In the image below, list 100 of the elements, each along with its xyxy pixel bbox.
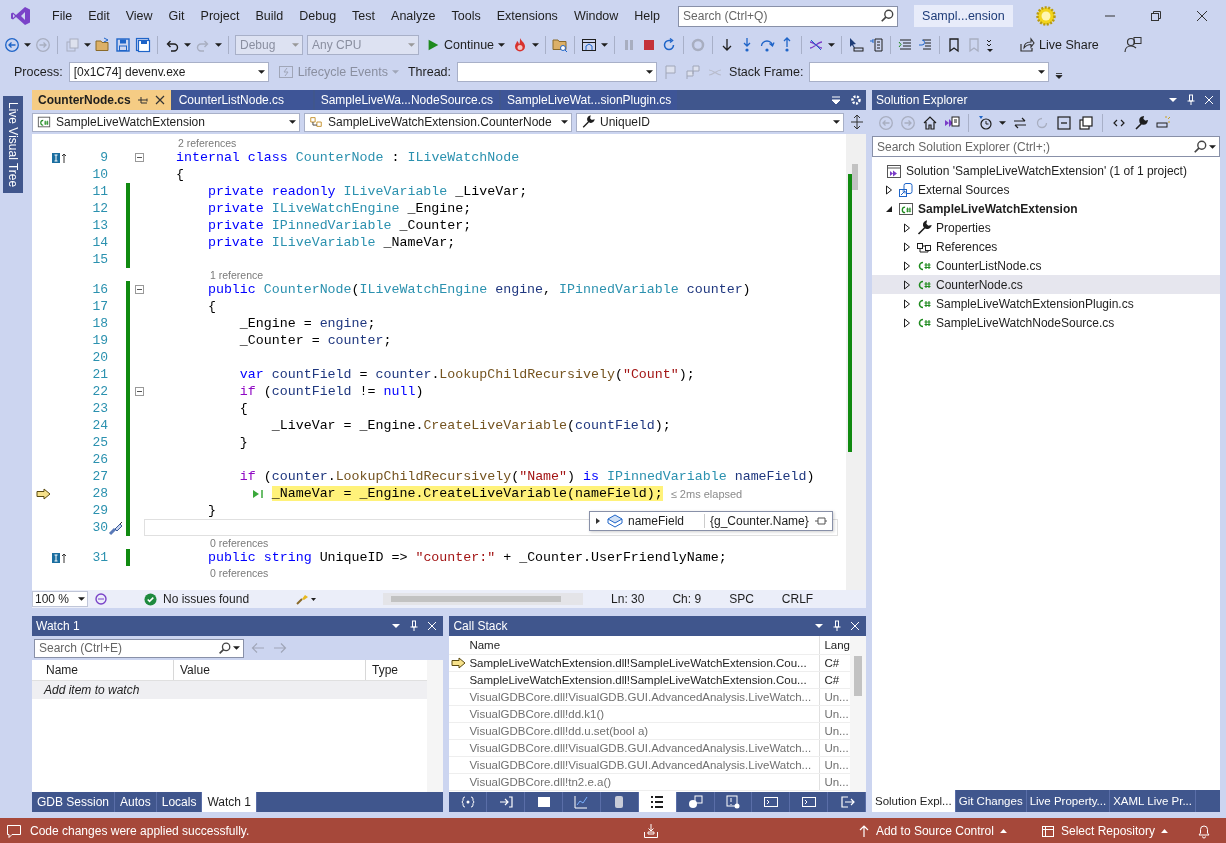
document-tab[interactable]: CounterListNode.cs bbox=[172, 90, 313, 110]
horizontal-scrollbar[interactable] bbox=[383, 593, 584, 605]
code-lens[interactable]: 1 reference bbox=[210, 268, 264, 281]
tray-icon[interactable] bbox=[642, 822, 659, 839]
menu-item[interactable]: Window bbox=[565, 9, 627, 23]
settings-icon[interactable] bbox=[850, 94, 862, 106]
select-repository-button[interactable]: Select Repository bbox=[1034, 822, 1174, 839]
collapse-icon[interactable] bbox=[134, 285, 144, 294]
menu-item[interactable]: Tools bbox=[443, 9, 489, 23]
stack-frame[interactable]: SampleLiveWatchExtension.dll!SampleLiveWatchExtension.Cou... bbox=[469, 655, 821, 671]
column-header[interactable]: Name bbox=[469, 636, 821, 654]
stack-frame[interactable]: VisualGDBCore.dll!tn2.e.a() bbox=[469, 774, 821, 790]
collapse-icon[interactable] bbox=[134, 387, 144, 396]
pin-icon[interactable] bbox=[813, 516, 828, 526]
panel-tab[interactable]: GDB Session bbox=[32, 792, 116, 812]
tree-item[interactable]: SampleLiveWatchNodeSource.cs bbox=[872, 313, 1220, 332]
caret-icon[interactable] bbox=[84, 43, 91, 47]
step-over-icon[interactable] bbox=[759, 37, 776, 53]
back-icon[interactable] bbox=[4, 37, 20, 53]
cursor-icon[interactable] bbox=[848, 37, 865, 53]
tree-item[interactable]: References bbox=[872, 237, 1220, 256]
copy-icon[interactable] bbox=[1078, 115, 1094, 131]
implements-icon[interactable] bbox=[52, 151, 68, 164]
panel-tab[interactable]: XAML Live Pr... bbox=[1110, 790, 1196, 812]
member-dropdown[interactable]: UniqueID bbox=[576, 112, 844, 132]
search-field[interactable]: Search Solution Explorer (Ctrl+;) bbox=[872, 136, 1220, 157]
stack-frame[interactable]: SampleLiveWatchExtension.dll!SampleLiveWatchExtension.Cou... bbox=[469, 672, 821, 688]
collapsed-icon[interactable] bbox=[903, 260, 911, 271]
search-field[interactable]: Search (Ctrl+Q) bbox=[678, 5, 899, 27]
project-dropdown[interactable]: SampleLiveWatchExtension bbox=[32, 112, 300, 132]
caret-icon[interactable] bbox=[532, 43, 540, 47]
menu-item[interactable]: Help bbox=[626, 9, 669, 23]
collapsed-icon[interactable] bbox=[903, 298, 911, 309]
scrollbar[interactable] bbox=[850, 636, 866, 792]
caret-icon[interactable] bbox=[828, 43, 836, 47]
menu-item[interactable]: View bbox=[117, 9, 161, 23]
outdent-icon[interactable] bbox=[917, 37, 934, 53]
menu-item[interactable]: Git bbox=[160, 9, 193, 23]
tree-item[interactable]: Solution 'SampleLiveWatchExtension' (1 of 1 project) bbox=[872, 161, 1220, 180]
dropdown-icon[interactable] bbox=[830, 94, 842, 106]
tree-item[interactable]: SampleLiveWatchExtension bbox=[872, 199, 1220, 218]
comment-icon[interactable] bbox=[6, 822, 22, 839]
caret-icon[interactable] bbox=[1209, 144, 1216, 149]
collapsed-icon[interactable] bbox=[903, 222, 911, 233]
side-tab[interactable]: Live Visual Tree bbox=[3, 96, 23, 194]
menu-item[interactable]: Debug bbox=[291, 9, 345, 23]
split-icon[interactable] bbox=[850, 114, 864, 130]
dropdown-icon[interactable] bbox=[814, 621, 824, 631]
stack-frame[interactable]: VisualGDBCore.dll!dd.u.set(bool a) bbox=[469, 723, 821, 739]
panel-tab[interactable] bbox=[638, 792, 677, 812]
column-indicator[interactable]: Ch: 9 bbox=[672, 592, 702, 606]
stack-frame[interactable]: VisualGDBCore.dll!VisualGDB.GUI.AdvancedAnalysis.LiveWatch... bbox=[469, 740, 821, 756]
pin-icon[interactable] bbox=[136, 94, 149, 106]
save-icon[interactable] bbox=[115, 37, 131, 53]
collapse-icon[interactable] bbox=[134, 153, 144, 162]
restore-icon[interactable] bbox=[1150, 10, 1162, 22]
save-all-icon[interactable] bbox=[135, 37, 151, 53]
scrollbar[interactable] bbox=[846, 134, 866, 590]
panel-tab[interactable]: Git Changes bbox=[955, 790, 1027, 812]
add-to-source-control-button[interactable]: Add to Source Control bbox=[851, 822, 1013, 839]
code-lens[interactable]: 0 references bbox=[210, 536, 269, 549]
folder-search-icon[interactable] bbox=[552, 37, 569, 53]
history-icon[interactable] bbox=[977, 115, 993, 131]
implements-icon[interactable] bbox=[52, 551, 68, 564]
tree-item[interactable]: External Sources bbox=[872, 180, 1220, 199]
menu-item[interactable]: File bbox=[44, 9, 81, 23]
process-dropdown[interactable]: [0x1C74] devenv.exe bbox=[68, 62, 269, 82]
person-icon[interactable] bbox=[1123, 36, 1142, 54]
menu-item[interactable]: Test bbox=[344, 9, 384, 23]
window-icon[interactable] bbox=[581, 37, 598, 53]
live-share-button[interactable]: Live Share bbox=[1016, 37, 1102, 53]
caret-icon[interactable] bbox=[215, 43, 222, 47]
panel-tab[interactable]: Autos bbox=[115, 792, 157, 812]
stack-frame[interactable]: VisualGDBCore.dll!VisualGDB.GUI.AdvancedAnalysis.LiveWatch... bbox=[469, 689, 821, 705]
caret-icon[interactable] bbox=[999, 121, 1006, 125]
document-tab[interactable]: SampleLiveWa...NodeSource.cs bbox=[314, 90, 499, 110]
menu-item[interactable]: Build bbox=[247, 9, 292, 23]
home-icon[interactable] bbox=[922, 115, 938, 131]
search-field[interactable]: Search (Ctrl+E) bbox=[34, 638, 244, 658]
dropdown-icon[interactable] bbox=[1168, 95, 1178, 105]
overflow-icon[interactable] bbox=[986, 37, 995, 53]
document-tab[interactable]: CounterNode.cs bbox=[32, 90, 171, 110]
scrollbar[interactable] bbox=[427, 660, 444, 792]
continue-button[interactable]: Continue bbox=[423, 38, 509, 52]
run-to-click-icon[interactable] bbox=[252, 489, 264, 499]
collapsed-icon[interactable] bbox=[903, 241, 911, 252]
type-dropdown[interactable]: SampleLiveWatchExtension.CounterNode bbox=[304, 112, 572, 132]
tree-item[interactable]: CounterNode.cs bbox=[872, 275, 1220, 294]
issues-status[interactable]: No issues found bbox=[163, 592, 250, 606]
expanded-icon[interactable] bbox=[885, 204, 893, 213]
column-header[interactable]: Type bbox=[366, 660, 398, 680]
menu-item[interactable]: Edit bbox=[80, 9, 118, 23]
caret-icon[interactable] bbox=[24, 43, 31, 47]
solution-name[interactable]: Sampl...ension bbox=[914, 5, 1013, 27]
sync-icon[interactable] bbox=[1012, 115, 1028, 131]
column-header[interactable]: Lang bbox=[820, 639, 850, 651]
menu-item[interactable]: Analyze bbox=[383, 9, 444, 23]
line-indicator[interactable]: Ln: 30 bbox=[611, 592, 645, 606]
collapsed-icon[interactable] bbox=[885, 184, 893, 195]
tree-item[interactable]: SampleLiveWatchExtensionPlugin.cs bbox=[872, 294, 1220, 313]
